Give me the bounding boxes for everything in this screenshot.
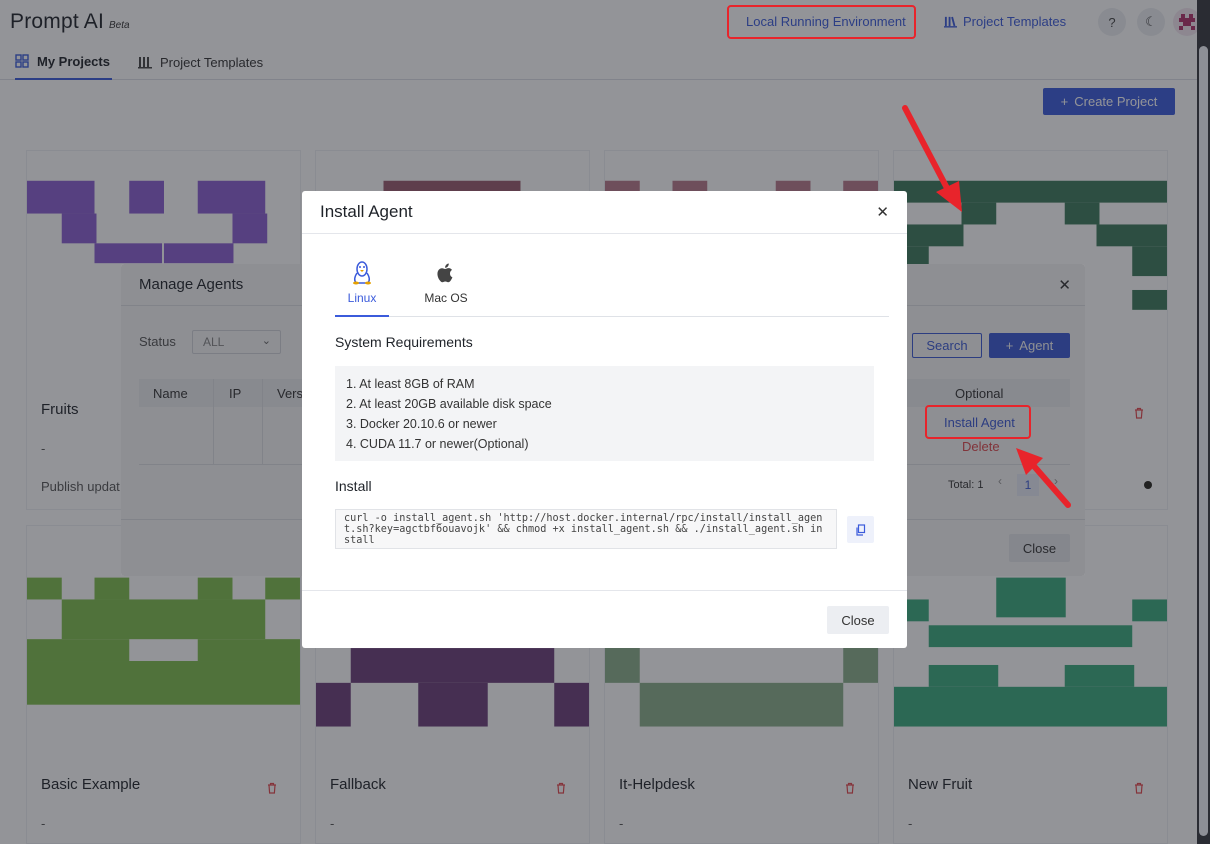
annotation-arrows — [902, 105, 1071, 508]
